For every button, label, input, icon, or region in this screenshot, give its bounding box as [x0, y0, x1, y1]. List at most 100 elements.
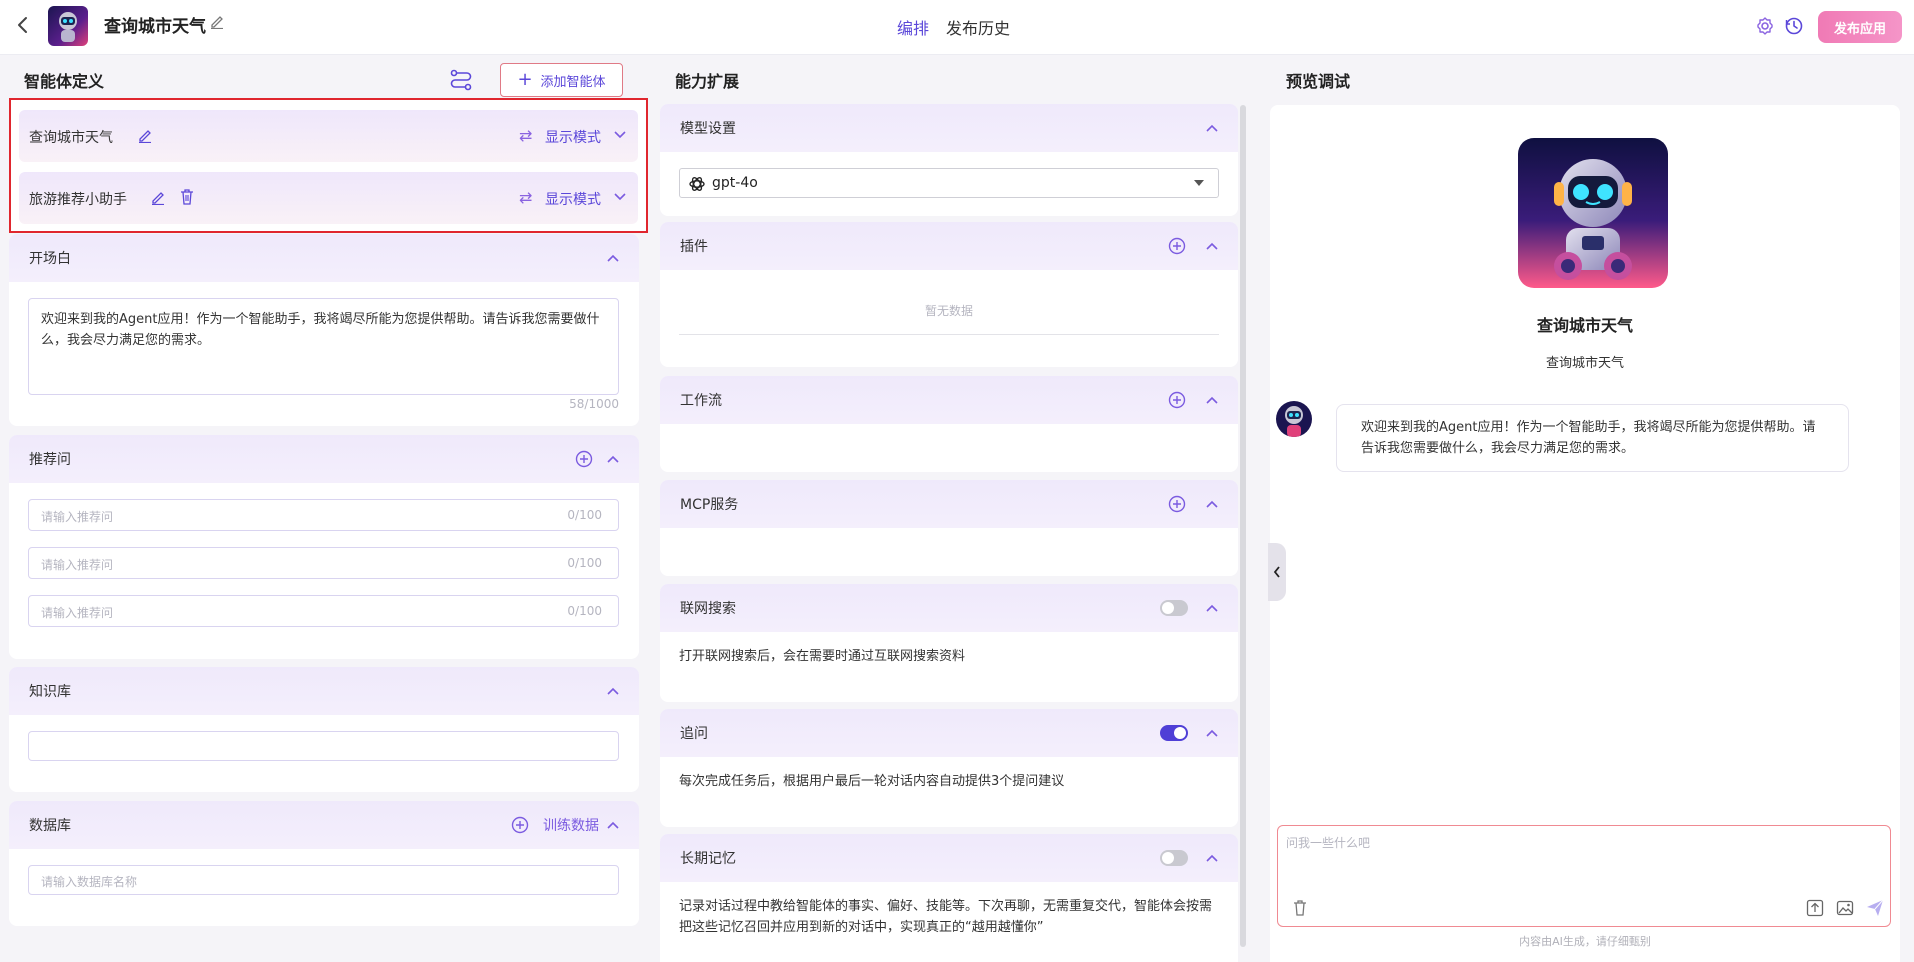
- plugins-title: 插件: [680, 239, 708, 255]
- questions-card: 推荐问 请输入推荐问 0/100 请输入推荐问 0/100 请输入推荐问 0/1…: [9, 435, 639, 659]
- question-placeholder: 请输入推荐问: [41, 606, 114, 620]
- question-count: 0/100: [567, 556, 602, 570]
- model-value: gpt-4o: [712, 175, 758, 191]
- chevron-up-icon[interactable]: [1206, 395, 1218, 405]
- edit-icon[interactable]: [150, 189, 166, 205]
- preview-title: 预览调试: [1286, 72, 1351, 91]
- settings-icon[interactable]: [1755, 16, 1775, 36]
- plus-icon: +: [517, 69, 533, 90]
- chat-input[interactable]: 问我一些什么吧: [1277, 825, 1891, 927]
- chevron-up-icon[interactable]: [607, 820, 619, 830]
- chevron-up-icon[interactable]: [607, 686, 619, 696]
- agent-row[interactable]: 查询城市天气 ⇄ 显示模式: [19, 110, 638, 162]
- switch-icon[interactable]: [448, 66, 474, 92]
- caret-down-icon: [1194, 180, 1204, 186]
- upload-file-icon[interactable]: [1806, 899, 1824, 917]
- display-mode-label[interactable]: 显示模式: [545, 127, 601, 147]
- edit-icon[interactable]: [137, 127, 153, 143]
- memory-header: 长期记忆: [660, 834, 1238, 882]
- plugins-header: 插件: [660, 222, 1238, 270]
- question-count: 0/100: [567, 508, 602, 522]
- chevron-up-icon[interactable]: [1206, 853, 1218, 863]
- model-header: 模型设置: [660, 104, 1238, 152]
- question-placeholder: 请输入推荐问: [41, 510, 114, 524]
- display-mode-label[interactable]: 显示模式: [545, 189, 601, 209]
- knowledge-header: 知识库: [9, 667, 639, 715]
- question-input[interactable]: 请输入推荐问 0/100: [28, 595, 619, 627]
- collapse-handle[interactable]: [1268, 543, 1286, 601]
- preview-app-desc: 查询城市天气: [1545, 356, 1624, 371]
- add-agent-label: 添加智能体: [540, 74, 606, 90]
- agent-list: 查询城市天气 ⇄ 显示模式 旅游推荐小助手 ⇄ 显示模式: [9, 98, 648, 233]
- ai-disclaimer: 内容由AI生成，请仔细甄别: [1519, 935, 1651, 948]
- memory-card: 长期记忆 记录对话过程中教给智能体的事实、偏好、技能等。下次再聊，无需重复交代，…: [660, 834, 1238, 962]
- database-placeholder: 请输入数据库名称: [41, 875, 138, 889]
- publish-button[interactable]: 发布应用: [1818, 11, 1902, 43]
- upload-image-icon[interactable]: [1836, 899, 1854, 917]
- opening-title: 开场白: [29, 251, 71, 267]
- chevron-up-icon[interactable]: [1206, 728, 1218, 738]
- tab-orchestrate[interactable]: 编排: [897, 15, 929, 39]
- chevron-up-icon[interactable]: [1206, 241, 1218, 251]
- bot-avatar: [1276, 401, 1312, 437]
- workflow-header: 工作流: [660, 376, 1238, 424]
- add-database-icon[interactable]: [511, 816, 529, 834]
- mcp-header: MCP服务: [660, 480, 1238, 528]
- clear-icon[interactable]: [1292, 899, 1308, 917]
- model-select[interactable]: gpt-4o: [679, 168, 1219, 198]
- workflow-title: 工作流: [680, 393, 722, 409]
- question-input[interactable]: 请输入推荐问 0/100: [28, 547, 619, 579]
- opening-card: 开场白 欢迎来到我的Agent应用！作为一个智能助手，我将竭尽所能为您提供帮助。…: [9, 234, 639, 426]
- swap-icon: ⇄: [519, 188, 533, 207]
- add-workflow-icon[interactable]: [1168, 391, 1186, 409]
- database-header: 数据库 训练数据: [9, 801, 639, 849]
- followup-card: 追问 每次完成任务后，根据用户最后一轮对话内容自动提供3个提问建议: [660, 709, 1238, 827]
- add-mcp-icon[interactable]: [1168, 495, 1186, 513]
- chevron-down-icon[interactable]: [614, 130, 626, 140]
- chevron-up-icon[interactable]: [1206, 123, 1218, 133]
- web-search-title: 联网搜索: [680, 601, 736, 617]
- chevron-up-icon[interactable]: [607, 253, 619, 263]
- questions-title: 推荐问: [29, 452, 71, 468]
- openai-icon: [688, 175, 706, 193]
- model-title: 模型设置: [680, 121, 736, 137]
- question-count: 0/100: [567, 604, 602, 618]
- workflow-card: 工作流: [660, 376, 1238, 472]
- question-input[interactable]: 请输入推荐问 0/100: [28, 499, 619, 531]
- knowledge-title: 知识库: [29, 684, 71, 700]
- chevron-down-icon[interactable]: [614, 192, 626, 202]
- chevron-up-icon[interactable]: [607, 454, 619, 464]
- back-icon[interactable]: [12, 14, 34, 36]
- send-icon[interactable]: [1866, 899, 1884, 917]
- knowledge-select[interactable]: [28, 731, 619, 761]
- robot-avatar: [1518, 138, 1668, 288]
- trash-icon[interactable]: [179, 188, 195, 206]
- chevron-up-icon[interactable]: [1206, 603, 1218, 613]
- database-input[interactable]: 请输入数据库名称: [28, 865, 619, 895]
- add-question-icon[interactable]: [575, 450, 593, 468]
- agent-row[interactable]: 旅游推荐小助手 ⇄ 显示模式: [19, 172, 638, 224]
- followup-toggle[interactable]: [1160, 725, 1188, 741]
- edit-title-icon[interactable]: [209, 13, 225, 29]
- web-search-header: 联网搜索: [660, 584, 1238, 632]
- history-icon[interactable]: [1784, 16, 1804, 36]
- opening-textarea[interactable]: 欢迎来到我的Agent应用！作为一个智能助手，我将竭尽所能为您提供帮助。请告诉我…: [28, 298, 619, 395]
- database-title: 数据库: [29, 818, 71, 834]
- add-agent-button[interactable]: + 添加智能体: [500, 63, 623, 97]
- memory-toggle[interactable]: [1160, 850, 1188, 866]
- app-title: 查询城市天气: [104, 17, 206, 37]
- capability-title: 能力扩展: [675, 72, 740, 91]
- plugins-empty: 暂无数据: [924, 304, 973, 318]
- add-plugin-icon[interactable]: [1168, 237, 1186, 255]
- divider: [679, 334, 1219, 335]
- train-data-link[interactable]: 训练数据: [543, 815, 599, 835]
- tab-publish-history[interactable]: 发布历史: [946, 15, 1010, 39]
- followup-title: 追问: [680, 726, 708, 742]
- opening-count: 58/1000: [569, 397, 619, 411]
- chevron-up-icon[interactable]: [1206, 499, 1218, 509]
- agent-name: 旅游推荐小助手: [29, 192, 127, 208]
- model-card: 模型设置 gpt-4o: [660, 104, 1238, 216]
- web-search-toggle[interactable]: [1160, 600, 1188, 616]
- questions-header: 推荐问: [9, 435, 639, 483]
- scrollbar[interactable]: [1240, 105, 1246, 947]
